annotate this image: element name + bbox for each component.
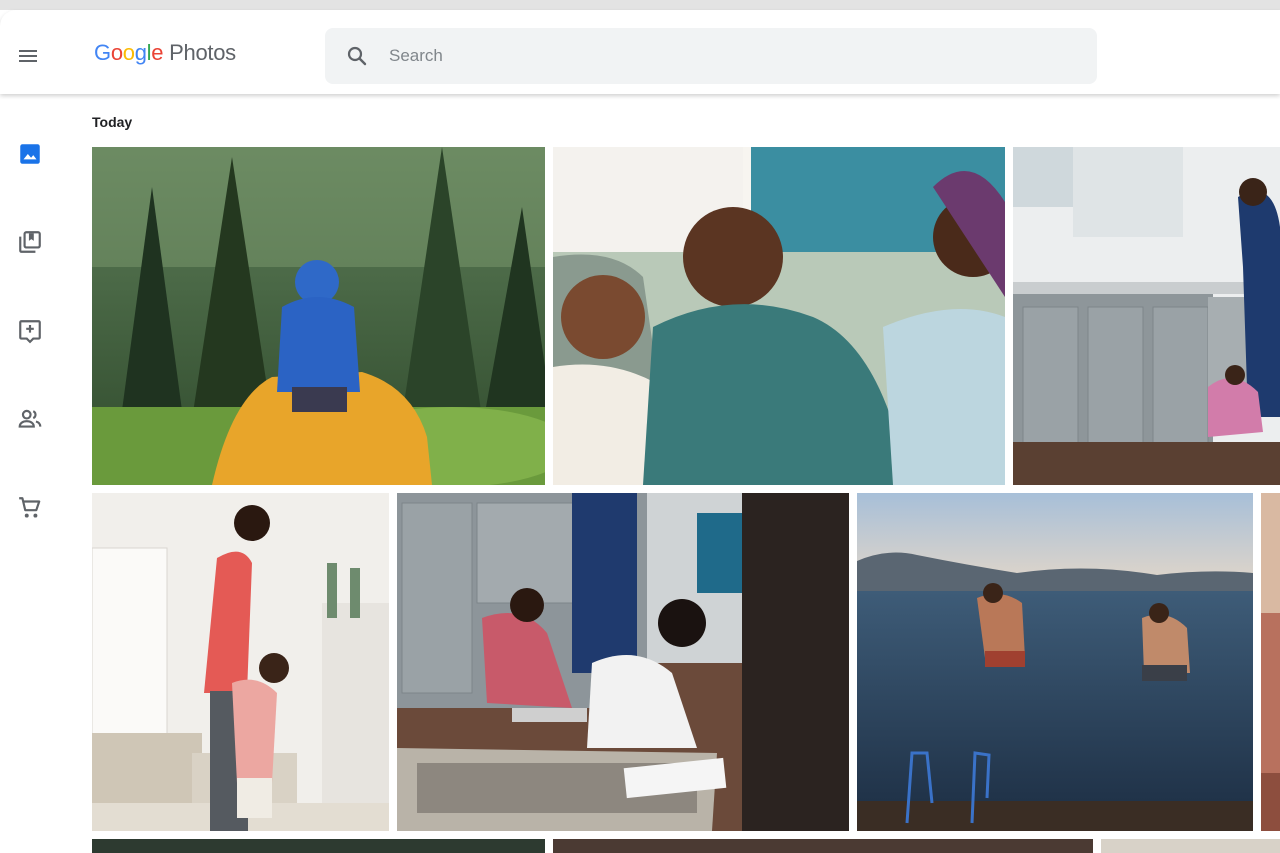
photo-tile[interactable] — [553, 147, 1005, 485]
photo-icon — [20, 144, 40, 164]
app-bar: Google Photos — [0, 10, 1280, 94]
date-section-label: Today — [92, 114, 133, 130]
photo-partial-bottom — [92, 839, 545, 853]
logo-letter: g — [134, 40, 147, 65]
photo-tile[interactable] — [1101, 839, 1280, 853]
logo-product-name: Photos — [169, 40, 236, 65]
photo-tile[interactable] — [92, 493, 389, 831]
photo-kids-kitchen-floor — [397, 493, 849, 831]
photo-forest-hike — [92, 147, 545, 485]
photo-partial-right — [1261, 493, 1280, 831]
photo-tile[interactable] — [553, 839, 1093, 853]
nav-item-sharing[interactable] — [14, 403, 46, 435]
side-navigation — [0, 94, 60, 853]
google-photos-logo[interactable]: Google Photos — [94, 40, 236, 66]
logo-letter: o — [122, 40, 135, 65]
photo-tile[interactable] — [857, 493, 1253, 831]
nav-item-print-store[interactable] — [14, 492, 46, 524]
photo-tile[interactable] — [92, 147, 545, 485]
logo-letter: G — [94, 40, 111, 65]
nav-item-photos[interactable] — [14, 138, 46, 170]
album-icon — [19, 231, 41, 253]
photo-tile[interactable] — [92, 839, 545, 853]
photo-women-laughing — [553, 147, 1005, 485]
photo-partial-bottom — [1101, 839, 1280, 853]
logo-letter: o — [110, 40, 123, 65]
search-icon — [347, 46, 367, 66]
logo-letter: e — [151, 40, 164, 65]
hamburger-menu-icon — [19, 50, 37, 62]
photo-tile[interactable] — [397, 493, 849, 831]
photo-tile[interactable] — [1013, 147, 1280, 485]
nav-item-albums[interactable] — [14, 226, 46, 258]
photo-tile[interactable] — [1261, 493, 1280, 831]
people-icon — [18, 409, 42, 428]
cart-icon — [19, 497, 41, 518]
search-bar[interactable] — [325, 28, 1097, 84]
photo-mother-daughter — [92, 493, 389, 831]
nav-item-for-you[interactable] — [14, 315, 46, 347]
search-button[interactable] — [325, 44, 389, 68]
photo-kitchen-family — [1013, 147, 1280, 485]
main-menu-button[interactable] — [10, 38, 46, 74]
photo-lake-jump — [857, 493, 1253, 831]
photo-partial-bottom — [553, 839, 1093, 853]
search-input[interactable] — [389, 46, 989, 66]
window-top-strip — [0, 0, 1280, 10]
assistant-icon — [19, 320, 41, 344]
